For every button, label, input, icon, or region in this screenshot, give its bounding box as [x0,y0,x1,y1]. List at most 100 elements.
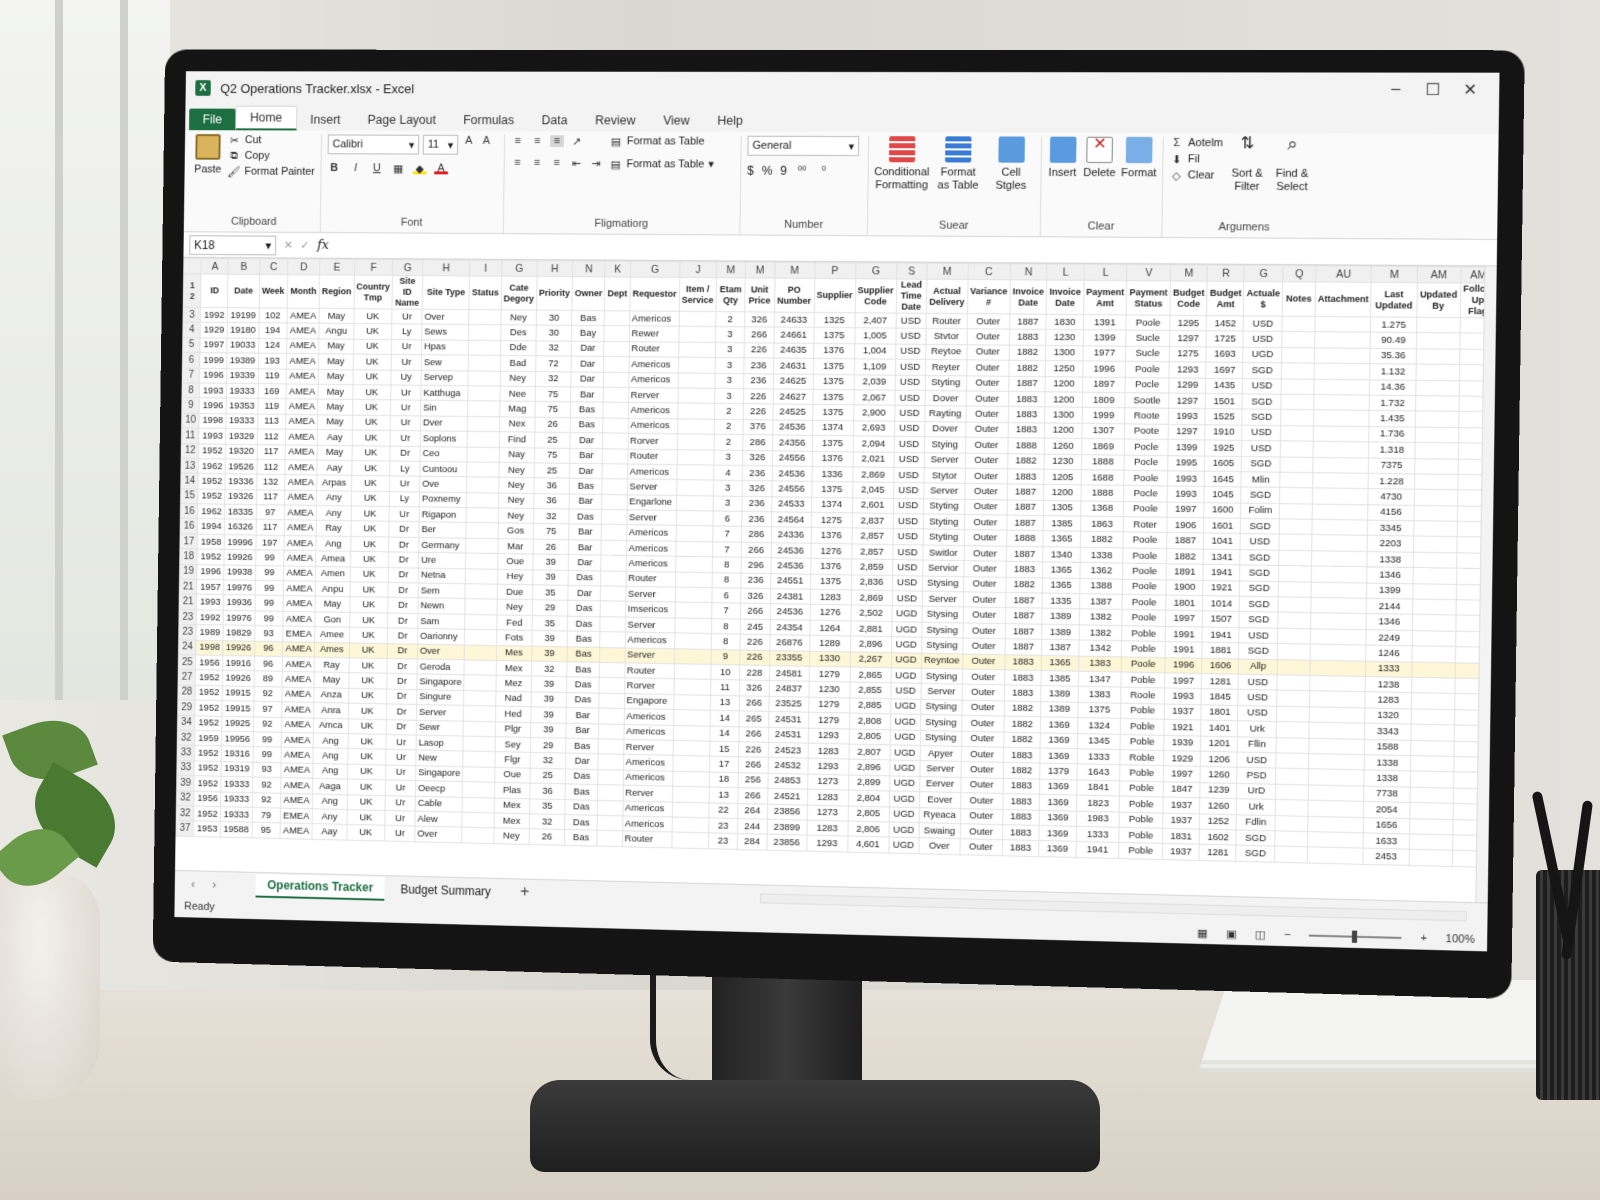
cell[interactable] [1409,771,1454,788]
cell[interactable]: UK [352,354,392,370]
cell[interactable]: UK [348,657,388,674]
cell[interactable]: Oeecp [415,780,463,797]
cell[interactable]: 286 [741,526,772,543]
cell[interactable] [1416,317,1460,334]
cell[interactable]: Roole [1121,687,1165,704]
cell[interactable]: UK [348,672,388,689]
cell[interactable]: 75 [533,523,570,540]
cell[interactable]: 266 [744,327,774,343]
cell[interactable] [465,538,498,554]
cell[interactable] [598,754,624,770]
column-title[interactable]: Variance # [967,279,1010,314]
cell[interactable]: 266 [738,757,768,774]
column-header[interactable]: G [392,259,423,276]
cell[interactable]: 1365 [1042,562,1080,579]
cell[interactable]: Dr [386,673,418,690]
cell[interactable]: 39 [532,569,569,586]
cell[interactable]: Bar [568,539,602,556]
cell[interactable]: 1998 [196,639,224,656]
cell[interactable] [673,709,711,726]
tab-insert[interactable]: Insert [296,109,354,131]
cell[interactable] [673,679,711,696]
cell[interactable]: 1.732 [1369,395,1416,412]
formula-input[interactable] [336,236,1490,263]
row-header[interactable]: 12 [181,443,200,459]
cell[interactable]: 19915 [222,700,254,717]
cell[interactable]: 1369 [1039,825,1077,842]
cell[interactable]: 102 [258,307,288,324]
column-header[interactable]: AU [1315,265,1372,283]
cell[interactable]: Dar [565,753,599,770]
cell[interactable]: 1200 [1045,391,1083,408]
cell[interactable]: 35 [531,615,568,632]
cell[interactable] [1307,815,1364,833]
cell[interactable]: 296 [741,557,771,574]
cell[interactable] [1311,566,1368,583]
cell[interactable]: Outer [960,808,1003,825]
cell[interactable]: 1605 [1204,455,1242,472]
cell[interactable]: 1841 [1076,779,1121,797]
cell[interactable]: UK [351,475,390,492]
cell[interactable]: 24533 [771,496,812,513]
row-header[interactable]: 15 [180,488,199,504]
cell[interactable] [675,571,713,588]
cell[interactable] [1415,348,1460,365]
cell[interactable]: May [315,596,350,613]
cell[interactable] [462,796,495,813]
align-right-icon[interactable]: ≡ [550,157,564,169]
cell[interactable]: 79 [251,807,281,824]
column-header[interactable]: M [1371,266,1418,283]
cell[interactable]: 1883 [1003,747,1041,764]
cell[interactable] [1409,833,1453,851]
cell[interactable]: 1,109 [853,358,896,375]
cell[interactable]: SGD [1240,565,1279,582]
cell[interactable] [600,616,626,633]
cell[interactable]: 19326 [225,489,257,505]
cell[interactable]: Dr [386,719,417,736]
cell[interactable]: 1283 [809,589,851,606]
cell[interactable]: 1882 [1008,360,1046,377]
cell[interactable]: 1937 [1162,812,1201,830]
cell[interactable]: 24536 [771,465,812,482]
cell[interactable]: 1252 [1199,813,1237,830]
column-header[interactable]: G [855,262,897,279]
insert-function-button[interactable]: fx [317,238,329,253]
cell[interactable]: AMEA [286,338,319,354]
cell[interactable]: 1369 [1038,840,1077,858]
cell[interactable]: 32 [529,813,566,830]
cell[interactable] [677,449,714,466]
cell[interactable]: 1887 [1009,313,1047,330]
cell[interactable] [675,525,713,542]
column-title[interactable]: Lead Time Date [895,278,927,314]
cell[interactable]: Outer [961,699,1005,717]
cell[interactable]: Americos [622,769,673,787]
cell[interactable]: 18 [709,771,739,788]
cell[interactable]: UGD [889,729,921,746]
cell[interactable]: 24551 [770,573,811,590]
cell[interactable]: 1962 [198,503,226,520]
cell[interactable]: 1389 [1042,608,1080,625]
cell[interactable]: Reyter [925,359,967,376]
cell[interactable]: May [318,353,354,370]
cell[interactable]: Flgr [494,751,531,768]
cell[interactable]: Bar [566,707,600,724]
cell[interactable] [469,309,502,326]
cell[interactable]: Dr [387,658,418,675]
cell[interactable]: 2,407 [854,312,896,329]
cell[interactable]: Roter [1123,516,1167,533]
cell[interactable] [1307,831,1364,849]
cell[interactable]: Bay [571,325,605,342]
column-header[interactable]: H [422,259,470,276]
cell[interactable]: 226 [739,634,770,651]
cell[interactable] [1275,799,1309,816]
cell[interactable]: 1376 [810,527,852,544]
cell[interactable]: Ur [390,384,422,401]
cell[interactable]: USD [895,328,926,345]
column-title[interactable]: Status [469,275,502,310]
cell[interactable]: 1887 [1006,515,1044,532]
cell[interactable]: 24532 [767,757,808,774]
cell[interactable]: 1882 [1008,344,1047,361]
cell[interactable]: 1206 [1200,751,1238,768]
cell[interactable]: 1341 [1203,548,1241,566]
cell[interactable] [1413,552,1457,569]
